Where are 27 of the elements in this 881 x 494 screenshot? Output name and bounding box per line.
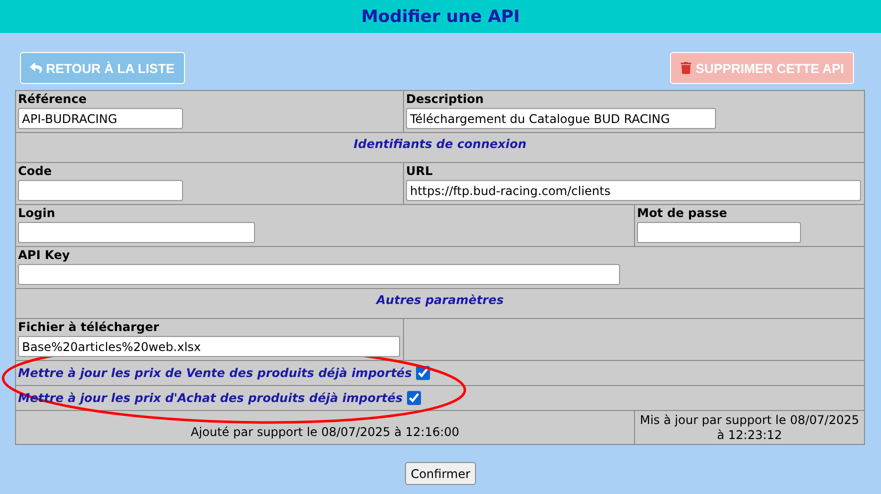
field-label: Référence	[18, 92, 87, 107]
page-title: Modifier une API	[361, 6, 520, 26]
input-field[interactable]: https://ftp.bud-racing.com/clients	[406, 180, 861, 201]
input-field[interactable]	[18, 222, 255, 243]
created-info: Ajouté par support le 08/07/2025 à 12:16:00	[190, 425, 460, 440]
trash-icon	[680, 62, 692, 74]
field-label: Mot de passe	[637, 206, 728, 221]
field-label: URL	[406, 164, 433, 179]
reply-icon	[30, 62, 42, 74]
field-label: Fichier à télécharger	[18, 320, 160, 335]
checkbox[interactable]	[416, 366, 430, 380]
input-field[interactable]: API-BUDRACING	[18, 108, 183, 129]
field-label: Description	[406, 92, 484, 107]
option-label: Mettre à jour les prix de Vente des produits déjà importés	[18, 366, 412, 380]
updated-info: Mis à jour par support le 08/07/2025 à 12:23:12	[638, 412, 860, 442]
section-title: Identifiants de connexion	[354, 137, 526, 151]
field-label: API Key	[18, 248, 70, 263]
confirm-button[interactable]: Confirmer	[404, 462, 476, 485]
input-field[interactable]	[18, 264, 620, 285]
input-field[interactable]: Téléchargement du Catalogue BUD RACING	[406, 108, 716, 129]
field-label: Code	[18, 164, 52, 179]
checkbox[interactable]	[406, 391, 421, 405]
input-field[interactable]	[637, 222, 801, 243]
input-field[interactable]: Base%20articles%20web.xlsx	[18, 336, 400, 357]
input-field[interactable]	[18, 180, 183, 201]
field-label: Login	[18, 206, 56, 221]
section-title: Autres paramètres	[376, 293, 504, 307]
